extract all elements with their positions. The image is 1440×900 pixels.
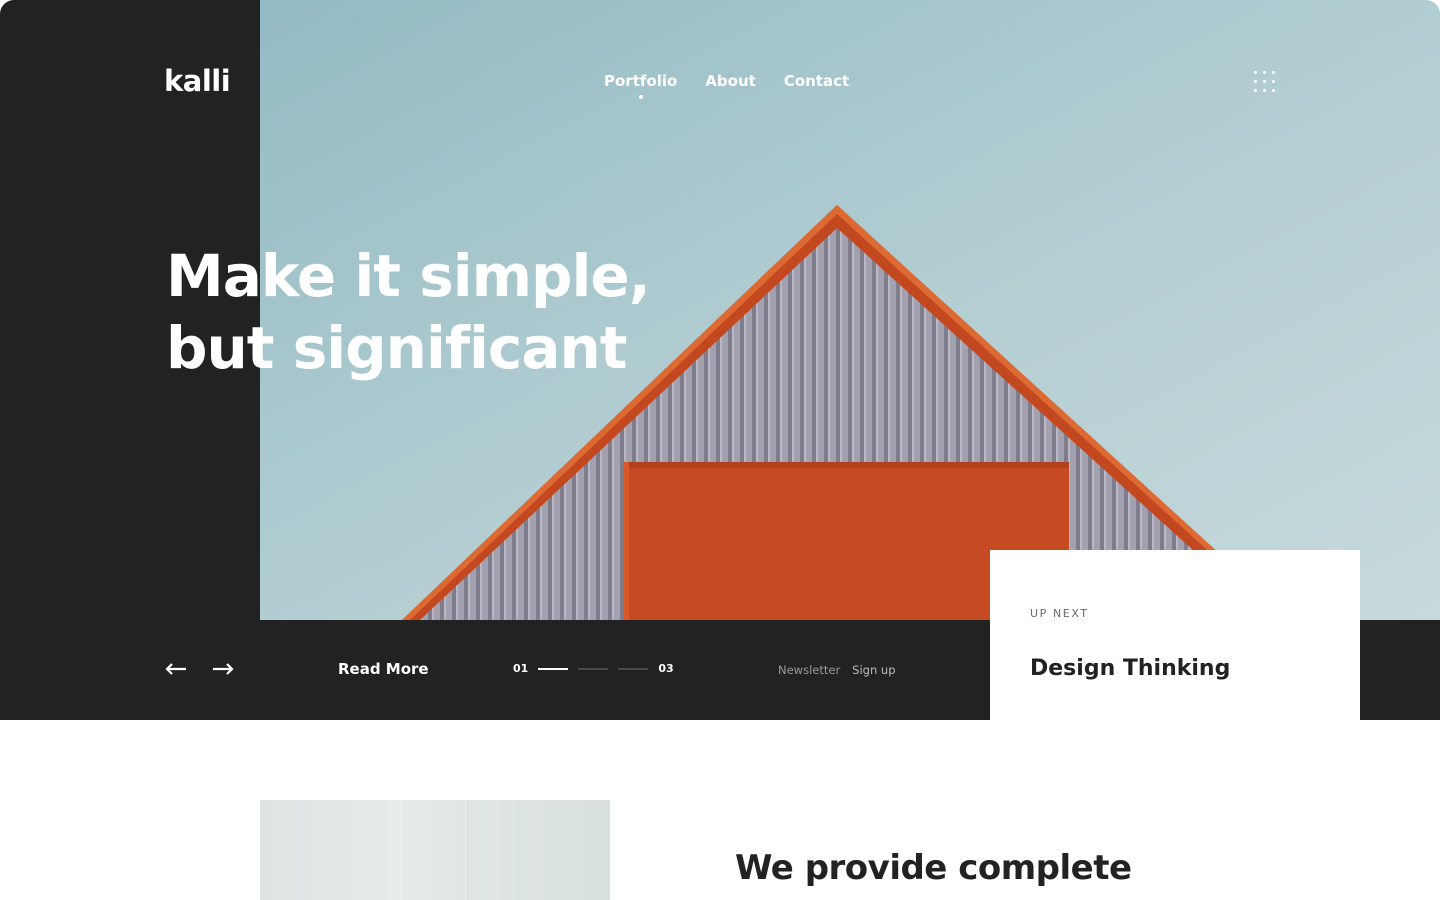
slide-pager: 01 03 — [513, 662, 674, 675]
pager-total: 03 — [658, 662, 674, 675]
up-next-card[interactable]: UP NEXT Design Thinking — [990, 550, 1360, 720]
brand-logo[interactable]: kalli — [164, 64, 231, 98]
pager-current: 01 — [513, 662, 529, 675]
pager-segment-3[interactable] — [618, 667, 649, 670]
section-image — [260, 800, 610, 900]
read-more-link[interactable]: Read More — [338, 660, 429, 678]
nav-item-about[interactable]: About — [705, 72, 756, 90]
newsletter-label: Newsletter — [778, 663, 841, 677]
newsletter: Newsletter Sign up — [778, 663, 896, 677]
hero-headline-line-2: but significant — [166, 314, 627, 382]
up-next-title[interactable]: Design Thinking — [1030, 656, 1230, 681]
hero-headline: Make it simple, but significant — [166, 240, 651, 384]
nav-item-contact[interactable]: Contact — [784, 72, 849, 90]
pager-segment-1[interactable] — [538, 667, 569, 670]
main-nav: Portfolio About Contact — [604, 72, 849, 99]
page: kalli Portfolio About Contact Make it si… — [0, 0, 1440, 900]
arrow-right-icon[interactable] — [211, 658, 235, 680]
up-next-kicker: UP NEXT — [1030, 607, 1089, 620]
section-heading: We provide complete — [735, 848, 1132, 888]
arrow-left-icon[interactable] — [164, 658, 188, 680]
hero-headline-line-1: Make it simple, — [166, 242, 651, 310]
nav-item-portfolio[interactable]: Portfolio — [604, 72, 677, 99]
grid-dots-icon[interactable] — [1254, 71, 1276, 93]
pager-segment-2[interactable] — [578, 667, 609, 670]
signup-link[interactable]: Sign up — [852, 663, 895, 677]
